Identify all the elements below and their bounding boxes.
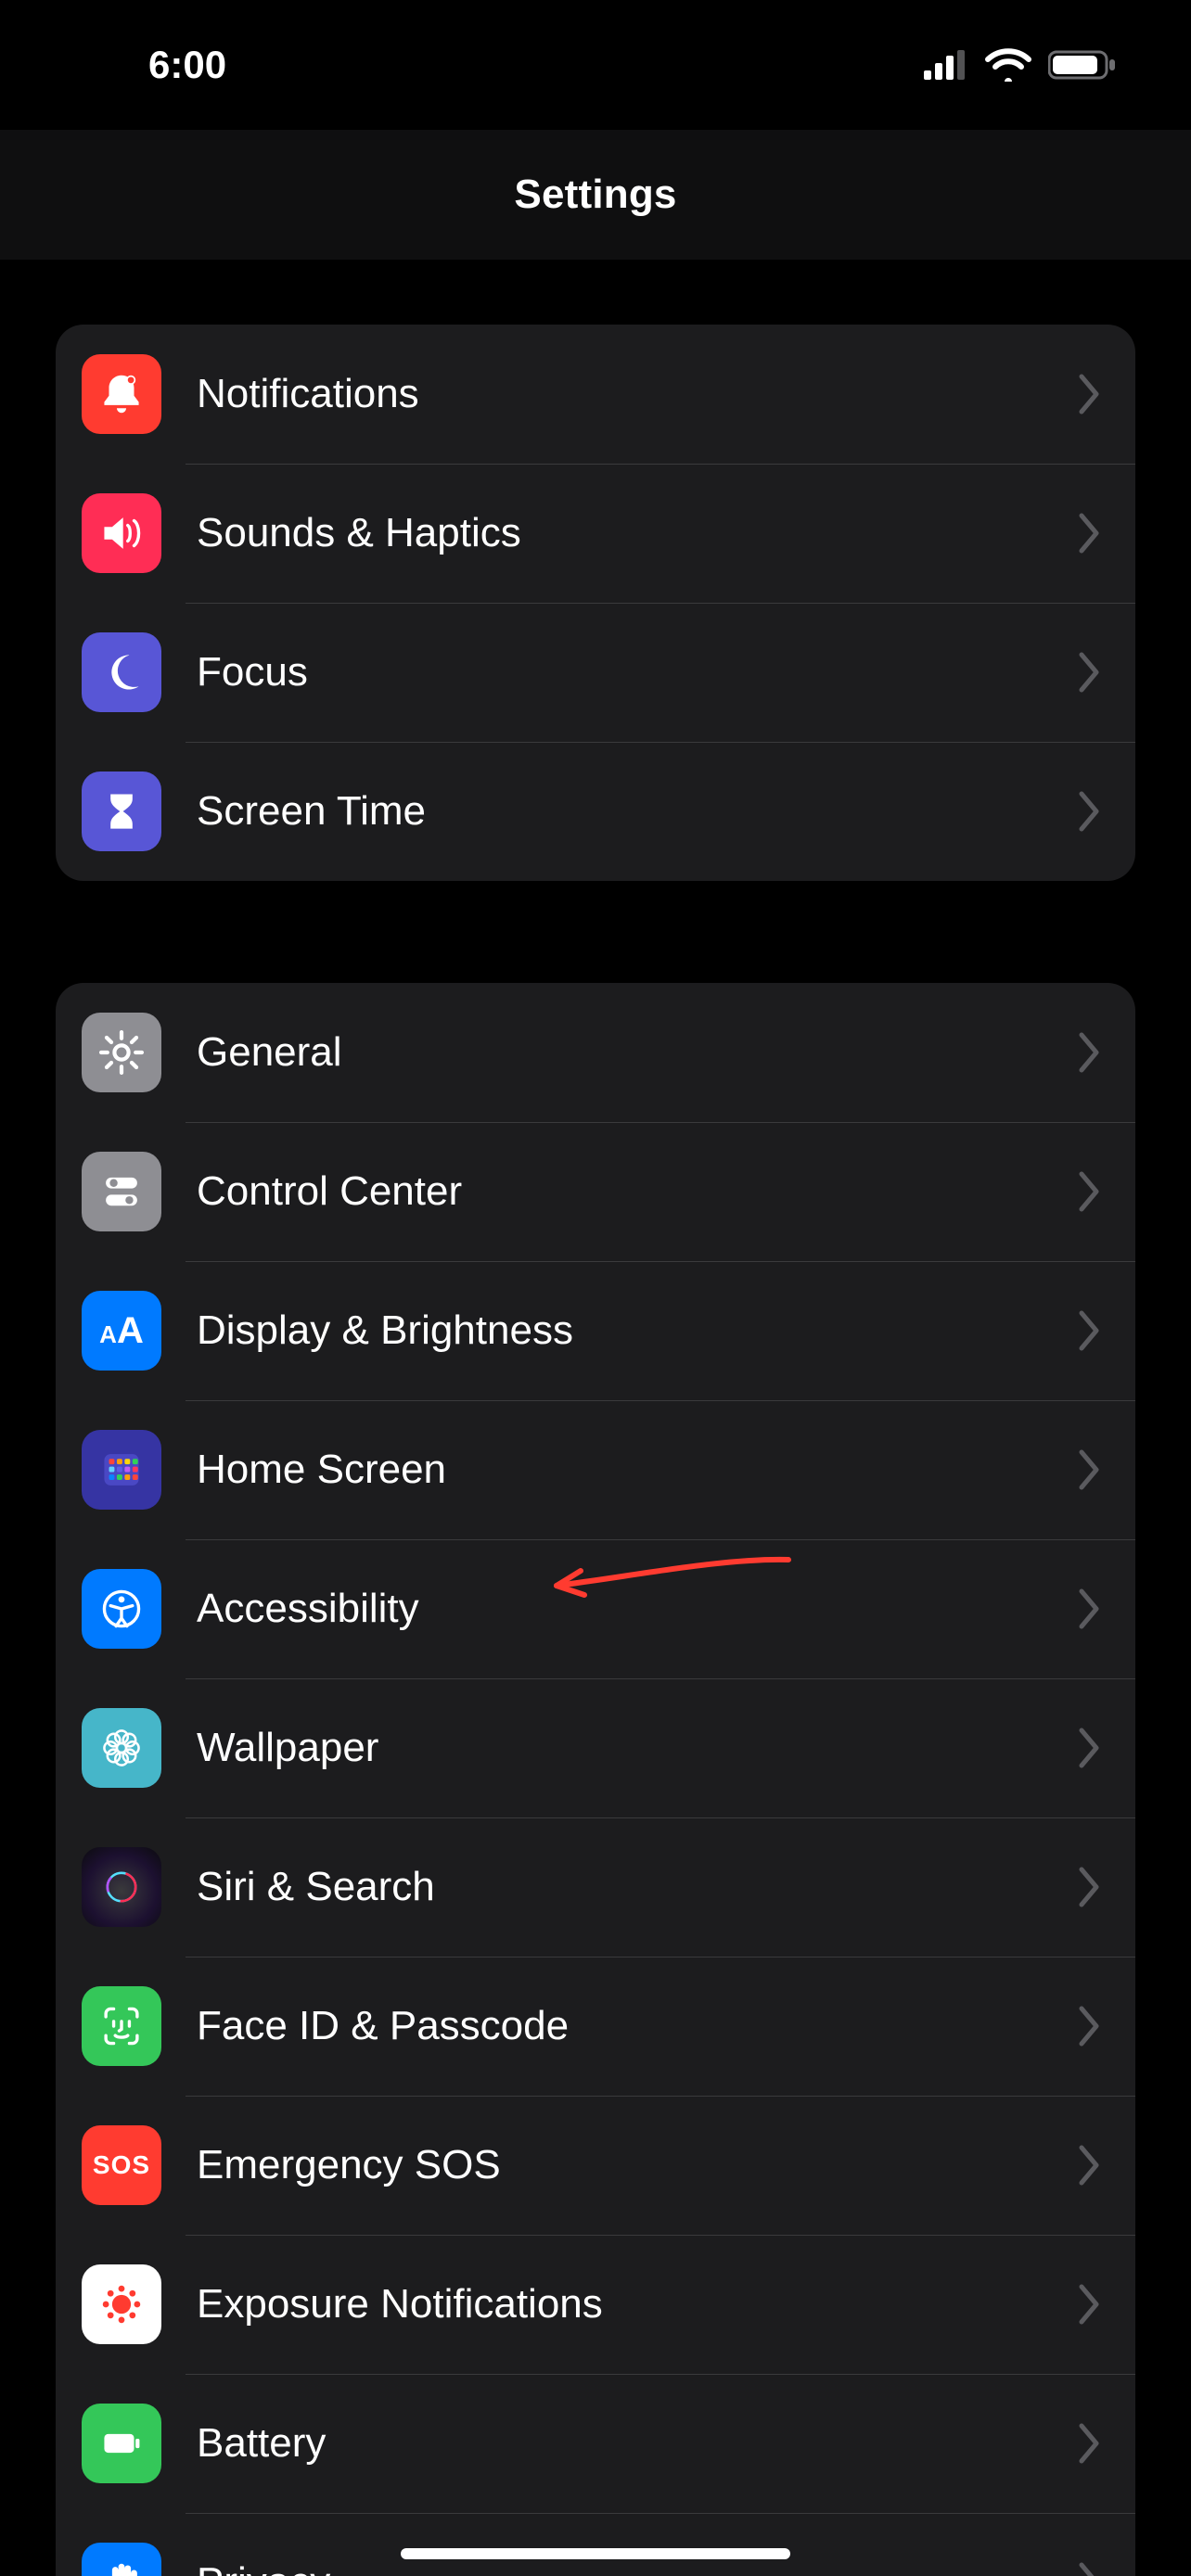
row-label: Display & Brightness (197, 1307, 1076, 1354)
chevron-right-icon (1076, 2561, 1102, 2576)
row-faceid[interactable]: Face ID & Passcode (56, 1957, 1135, 2096)
row-label: Wallpaper (197, 1725, 1076, 1771)
row-sounds[interactable]: Sounds & Haptics (56, 464, 1135, 603)
row-label: Notifications (197, 371, 1076, 417)
row-battery[interactable]: Battery (56, 2374, 1135, 2513)
exposure-icon (82, 2264, 161, 2344)
battery-icon (1048, 49, 1117, 81)
row-label: Screen Time (197, 788, 1076, 835)
row-label: Exposure Notifications (197, 2281, 1076, 2327)
settings-group-2: General Control Center AA Display & Brig… (56, 983, 1135, 2576)
siri-icon (82, 1847, 161, 1927)
row-homescreen[interactable]: Home Screen (56, 1400, 1135, 1539)
settings-group-1: Notifications Sounds & Haptics Focus Scr… (56, 325, 1135, 881)
row-sos[interactable]: SOS Emergency SOS (56, 2096, 1135, 2235)
chevron-right-icon (1076, 790, 1102, 833)
chevron-right-icon (1076, 2144, 1102, 2187)
chevron-right-icon (1076, 1170, 1102, 1213)
chevron-right-icon (1076, 512, 1102, 555)
moon-icon (82, 632, 161, 712)
chevron-right-icon (1076, 2005, 1102, 2047)
gear-icon (82, 1013, 161, 1092)
hand-icon (82, 2543, 161, 2576)
row-label: Focus (197, 649, 1076, 695)
battery-icon (82, 2404, 161, 2483)
row-wallpaper[interactable]: Wallpaper (56, 1678, 1135, 1817)
row-general[interactable]: General (56, 983, 1135, 1122)
accessibility-icon (82, 1569, 161, 1649)
chevron-right-icon (1076, 1309, 1102, 1352)
row-label: Accessibility (197, 1586, 1076, 1632)
row-screentime[interactable]: Screen Time (56, 742, 1135, 881)
row-label: Battery (197, 2420, 1076, 2467)
row-focus[interactable]: Focus (56, 603, 1135, 742)
row-label: Sounds & Haptics (197, 510, 1076, 556)
cellular-icon (924, 50, 968, 80)
row-siri[interactable]: Siri & Search (56, 1817, 1135, 1957)
aa-icon: AA (82, 1291, 161, 1371)
toggles-icon (82, 1152, 161, 1231)
chevron-right-icon (1076, 1588, 1102, 1630)
row-label: General (197, 1029, 1076, 1076)
wifi-icon (985, 48, 1031, 82)
row-label: Control Center (197, 1168, 1076, 1215)
status-right (924, 48, 1117, 82)
sos-icon: SOS (82, 2125, 161, 2205)
page-title: Settings (514, 172, 676, 218)
chevron-right-icon (1076, 373, 1102, 415)
row-display[interactable]: AA Display & Brightness (56, 1261, 1135, 1400)
flower-icon (82, 1708, 161, 1788)
row-label: Emergency SOS (197, 2142, 1076, 2188)
status-time: 6:00 (148, 43, 226, 87)
hourglass-icon (82, 772, 161, 851)
bell-icon (82, 354, 161, 434)
row-label: Home Screen (197, 1447, 1076, 1493)
row-notifications[interactable]: Notifications (56, 325, 1135, 464)
row-label: Face ID & Passcode (197, 2003, 1076, 2049)
row-label: Siri & Search (197, 1864, 1076, 1910)
chevron-right-icon (1076, 1727, 1102, 1769)
row-controlcenter[interactable]: Control Center (56, 1122, 1135, 1261)
chevron-right-icon (1076, 2283, 1102, 2326)
chevron-right-icon (1076, 651, 1102, 694)
status-bar: 6:00 (0, 0, 1191, 130)
home-indicator[interactable] (401, 2548, 790, 2559)
settings-content[interactable]: Notifications Sounds & Haptics Focus Scr… (0, 260, 1191, 2576)
speaker-icon (82, 493, 161, 573)
homegrid-icon (82, 1430, 161, 1510)
row-exposure[interactable]: Exposure Notifications (56, 2235, 1135, 2374)
row-privacy[interactable]: Privacy (56, 2513, 1135, 2576)
chevron-right-icon (1076, 1031, 1102, 1074)
row-label: Privacy (197, 2559, 1076, 2576)
row-accessibility[interactable]: Accessibility (56, 1539, 1135, 1678)
nav-bar: Settings (0, 130, 1191, 260)
chevron-right-icon (1076, 1448, 1102, 1491)
chevron-right-icon (1076, 1866, 1102, 1908)
faceid-icon (82, 1986, 161, 2066)
chevron-right-icon (1076, 2422, 1102, 2465)
